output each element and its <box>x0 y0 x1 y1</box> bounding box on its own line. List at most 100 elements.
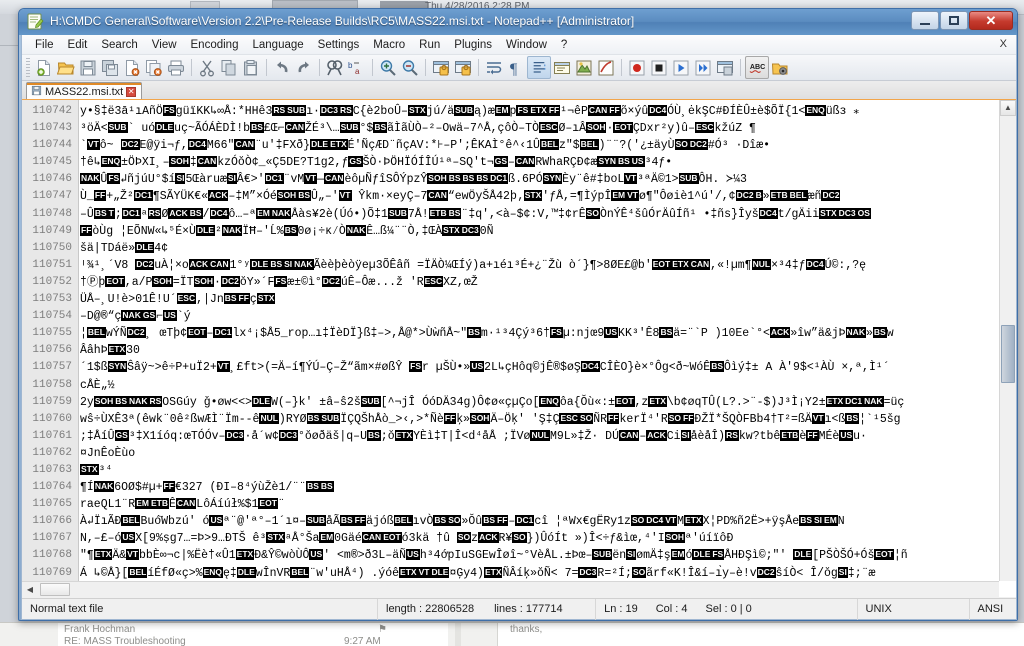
start-record-macro-icon[interactable] <box>626 57 648 78</box>
save-macro-icon[interactable] <box>714 57 736 78</box>
scroll-left-arrow[interactable]: ◀ <box>22 582 38 597</box>
control-character-marker: DC3 <box>578 566 598 578</box>
code-line[interactable]: ;‡ÅíÛGS³‡X1íóq:œTÓÓv–DC3·å´w¢DC3°ŏøðäš|q… <box>80 428 999 445</box>
code-line[interactable]: N,–£–óUSX[9%ṣg7…=Þ>9…ÐTŠ ê³STXᵃÅ°ŠaEM0Gä… <box>80 530 999 547</box>
show-all-characters-icon[interactable]: ¶ <box>505 57 527 78</box>
code-line[interactable]: †ⓅþEOT,a/PSOH=ÏTSOH·DC2ŏY»´FFSæ±©ì°DC2úÊ… <box>80 274 999 291</box>
spell-check-icon[interactable]: ABC <box>745 56 769 79</box>
control-character-marker: SOH <box>586 122 607 134</box>
code-line[interactable]: –ÛBS T;DC1ᵃRSØACK BS/DC4ô…–ªEM NAKÅàs¥2è(Úó… <box>80 206 999 223</box>
replace-icon[interactable]: ba <box>346 57 368 78</box>
show-document-map-icon[interactable] <box>573 57 595 78</box>
code-line[interactable]: wŝ÷ÙXÊ3ª(êwk¨0ê²ßwÆÌ¨Ïm--êNUL)RYØBS SUBÏÇ… <box>80 411 999 428</box>
menu-item-macro[interactable]: Macro <box>366 37 412 53</box>
paste-icon[interactable] <box>240 57 262 78</box>
code-line[interactable]: NAKÛFS↲ñjúU°$íSI5ŒàruæSIÂ€>'DC1¨vMVT—CAN… <box>80 171 999 188</box>
menu-item-window[interactable]: Window <box>499 37 554 53</box>
close-all-files-icon[interactable] <box>143 57 165 78</box>
zoom-out-icon[interactable] <box>399 57 421 78</box>
run-macro-multiple-icon[interactable] <box>692 57 714 78</box>
code-line[interactable]: raeQL1¨REM ETBÊCANLôÁíúł%$1EOT¨ <box>80 496 999 513</box>
close-document-button[interactable]: X <box>1000 38 1007 50</box>
find-icon[interactable] <box>324 57 346 78</box>
code-line[interactable]: FFòÙg ¦EÕNW«↳⁵É×ÙDLE²NAKÏĦ–'Ĺ%BS0ø¡÷ĸ⁄ÒN… <box>80 223 999 240</box>
save-icon[interactable] <box>77 57 99 78</box>
line-number: 110761 <box>32 429 72 442</box>
save-all-icon[interactable] <box>99 57 121 78</box>
redo-icon[interactable] <box>293 57 315 78</box>
menu-item-search[interactable]: Search <box>94 37 144 53</box>
control-character-marker: FS <box>549 327 563 339</box>
menu-item-edit[interactable]: Edit <box>61 37 95 53</box>
menu-item-language[interactable]: Language <box>245 37 310 53</box>
code-line[interactable]: ¤JnÊoÈùo <box>80 445 999 462</box>
code-line[interactable]: ÜÅ–¸U!è>01Ê!U´ESC,|JnBS FFçSTX <box>80 291 999 308</box>
code-line[interactable]: †ê↳ENQ±ÖÞXI¸–SOH‡CANkzÓŏÒ¢_«Ç5DE?T1g2,ƒG… <box>80 154 999 171</box>
control-character-marker: ENQ <box>202 566 223 578</box>
tab-close-icon[interactable]: ✕ <box>126 87 137 97</box>
zoom-in-icon[interactable] <box>377 57 399 78</box>
line-number: 110762 <box>32 446 72 459</box>
close-button[interactable]: ✕ <box>969 11 1013 30</box>
user-defined-dialog-icon[interactable] <box>551 57 573 78</box>
open-file-icon[interactable] <box>55 57 77 78</box>
menu-item-run[interactable]: Run <box>412 37 447 53</box>
print-icon[interactable] <box>165 57 187 78</box>
control-character-marker: FF <box>162 481 175 493</box>
control-character-marker: ENQ <box>805 105 826 116</box>
menu-item-view[interactable]: View <box>145 37 184 53</box>
function-list-icon[interactable] <box>595 57 617 78</box>
sync-horizontal-scroll-icon[interactable] <box>452 57 474 78</box>
code-line[interactable]: ´1$ßSYNŜâÿ~>ê÷P+uÏ2+VT¸£ft>(=Ä–í¶ÝÚ–Ç–Ž“… <box>80 359 999 376</box>
horizontal-scroll-thumb[interactable] <box>40 583 70 596</box>
code-line[interactable]: ÂâhÞETX30 <box>80 342 999 359</box>
code-line[interactable]: ¦BELwÝÑDC2¸ œTþ¢EOT–DC1lx⁴¡$Å5_rop…ı‡ÏèD… <box>80 325 999 342</box>
code-line[interactable]: ¶ÍNAK6OØ$#µ+FF€327 (ÐI–8⁴ýùŽè1/¨¨BS BS <box>80 479 999 496</box>
close-file-icon[interactable] <box>121 57 143 78</box>
maximize-button[interactable] <box>940 11 968 30</box>
code-line[interactable]: Á ↳©Å}[BELíÉfØ«ç>%ENQę‡DLEwÎnVRBEL¨w'uHÅ… <box>80 565 999 581</box>
play-macro-icon[interactable] <box>670 57 692 78</box>
stop-record-macro-icon[interactable] <box>648 57 670 78</box>
menu-item-encoding[interactable]: Encoding <box>184 37 246 53</box>
code-line[interactable]: "¶ETXÄ&VTbbÈ∞¬c|%Ëè†«Û1ETXÐ&Ŷ©wòÙÔUS' <m… <box>80 547 999 564</box>
vertical-scrollbar[interactable]: ▲ <box>999 100 1016 581</box>
minimize-button[interactable] <box>911 11 939 30</box>
sync-vertical-scroll-icon[interactable] <box>430 57 452 78</box>
menu-item-help[interactable]: ? <box>554 37 574 53</box>
new-file-icon[interactable] <box>33 57 55 78</box>
control-character-marker: GS <box>141 310 157 322</box>
code-line[interactable]: cÅÈ„½ <box>80 377 999 394</box>
code-line[interactable]: 2ySOH BS NAK RSOSGúy ǧ•øw<<>DLEW(–}k' ±â–ŝ2… <box>80 394 999 411</box>
code-line[interactable]: –D@®“çNAK GS⌐US`ý <box>80 308 999 325</box>
cut-icon[interactable] <box>196 57 218 78</box>
word-wrap-icon[interactable] <box>483 57 505 78</box>
undo-icon[interactable] <box>271 57 293 78</box>
control-character-marker: ESC <box>559 412 579 424</box>
code-line[interactable]: Ù_FF+„Ž²DC1¶SÃYÜK€«ACK–‡M”×ÓéSOH BSÛ„–'VT… <box>80 188 999 205</box>
indent-guide-icon[interactable] <box>527 56 551 79</box>
control-character-marker: CAN <box>209 258 230 270</box>
toolbar-separator <box>621 59 622 76</box>
code-line[interactable]: šä|TDáë»DLE4¢ <box>80 240 999 257</box>
background-outlook-splitter <box>455 623 461 646</box>
scroll-up-arrow[interactable]: ▲ <box>1000 100 1016 116</box>
editor-area[interactable]: 110742 110743 110744 110745 110746 110747 1107… <box>22 99 1016 597</box>
title-bar[interactable]: H:\CMDC General\Software\Version 2.2\Pre… <box>19 9 1017 35</box>
code-line[interactable]: ³öÄ<SUB` uóDLEuç~ÃÓÁÈDÌ!bBS£Œ⌐CANŽÉ³\…SU… <box>80 120 999 137</box>
run-icon[interactable] <box>769 57 791 78</box>
vertical-scroll-thumb[interactable] <box>1001 325 1015 383</box>
text-content[interactable]: y•§‡ë3ā¹ıAñÖFSgüïKK↳∞Å:*HHê3RS SUBı·DC3 RS… <box>80 100 999 581</box>
code-line[interactable]: y•§‡ë3ā¹ıAñÖFSgüïKK↳∞Å:*HHê3RS SUBı·DC3 RS… <box>80 103 999 120</box>
code-line[interactable]: STX³⁴ <box>80 462 999 479</box>
horizontal-scrollbar[interactable]: ◀ <box>22 581 999 597</box>
copy-icon[interactable] <box>218 57 240 78</box>
menu-item-plugins[interactable]: Plugins <box>447 37 499 53</box>
menu-item-file[interactable]: File <box>28 37 61 53</box>
code-line[interactable]: ᴵ¾¹¸´V8 DC2uÀ¦×oACK CAN1°ʸDLE BS SI NAKÃèèþè… <box>80 257 999 274</box>
toolbar-grip[interactable] <box>26 57 30 78</box>
code-line[interactable]: `VTô~ DC2E@ÿi¬ƒ,DC4M66"CAN¨u'‡FXð}DLE ETX… <box>80 137 999 154</box>
menu-item-settings[interactable]: Settings <box>311 37 367 53</box>
control-character-marker: ETX <box>235 549 255 561</box>
code-line[interactable]: À↲ÏıÃÐBELBuó̈Wbzú' óUSª¨@'ª°–1´ı¤–SUBåÃB… <box>80 513 999 530</box>
